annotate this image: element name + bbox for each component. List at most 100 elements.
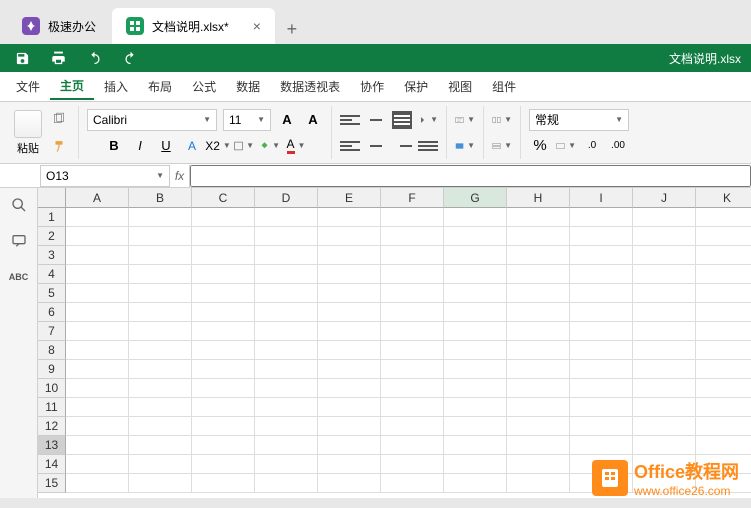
cell[interactable] [570, 360, 633, 379]
cell[interactable] [318, 398, 381, 417]
cell[interactable] [633, 265, 696, 284]
underline-button[interactable]: U [156, 136, 176, 156]
cell[interactable] [696, 379, 751, 398]
cell[interactable] [444, 474, 507, 493]
cell[interactable] [318, 341, 381, 360]
cell[interactable] [633, 322, 696, 341]
italic-button[interactable]: I [130, 136, 150, 156]
fill-color-button[interactable]: ▼ [260, 136, 280, 156]
cell[interactable] [507, 341, 570, 360]
cell[interactable] [318, 246, 381, 265]
cell[interactable] [444, 303, 507, 322]
align-middle-icon[interactable] [366, 111, 386, 129]
cell[interactable] [255, 227, 318, 246]
increase-font-icon[interactable]: A [277, 110, 297, 130]
row-header[interactable]: 6 [38, 303, 66, 322]
cell[interactable] [444, 265, 507, 284]
cell[interactable] [66, 303, 129, 322]
cell[interactable] [507, 208, 570, 227]
new-tab-button[interactable]: + [277, 14, 307, 44]
search-icon[interactable] [8, 194, 30, 216]
menu-formula[interactable]: 公式 [182, 74, 226, 99]
menu-collab[interactable]: 协作 [350, 74, 394, 99]
cell[interactable] [66, 417, 129, 436]
menu-file[interactable]: 文件 [6, 74, 50, 99]
cell[interactable] [129, 379, 192, 398]
cell[interactable] [255, 208, 318, 227]
cell[interactable] [318, 227, 381, 246]
cell[interactable] [381, 398, 444, 417]
cell[interactable] [633, 360, 696, 379]
cell[interactable] [129, 341, 192, 360]
document-tab[interactable]: 文档说明.xlsx* × [112, 8, 275, 44]
cell[interactable] [255, 417, 318, 436]
menu-home[interactable]: 主页 [50, 73, 94, 100]
cell[interactable] [192, 474, 255, 493]
cell[interactable] [129, 322, 192, 341]
cell[interactable] [444, 284, 507, 303]
cell[interactable] [192, 341, 255, 360]
cell[interactable] [696, 398, 751, 417]
cell[interactable] [696, 360, 751, 379]
cell[interactable] [570, 227, 633, 246]
cell[interactable] [444, 322, 507, 341]
cell[interactable] [318, 265, 381, 284]
cell[interactable] [129, 227, 192, 246]
cell[interactable] [570, 246, 633, 265]
cell[interactable] [192, 265, 255, 284]
cell[interactable] [129, 246, 192, 265]
cell[interactable] [318, 436, 381, 455]
cell[interactable] [696, 246, 751, 265]
cell[interactable] [570, 322, 633, 341]
insert-cells-icon[interactable]: ▼ [492, 110, 512, 130]
cell[interactable] [192, 246, 255, 265]
cell[interactable] [570, 436, 633, 455]
cell[interactable] [507, 474, 570, 493]
font-color-button[interactable]: A▼ [286, 136, 306, 156]
cell[interactable] [696, 284, 751, 303]
cell[interactable] [696, 341, 751, 360]
row-header[interactable]: 4 [38, 265, 66, 284]
cell[interactable] [129, 208, 192, 227]
cell[interactable] [633, 417, 696, 436]
save-icon[interactable] [10, 46, 34, 70]
font-name-input[interactable] [93, 113, 200, 127]
row-header[interactable]: 15 [38, 474, 66, 493]
app-tab[interactable]: 极速办公 [8, 8, 110, 44]
cell[interactable] [66, 265, 129, 284]
cell-grid[interactable] [66, 208, 751, 493]
font-size-select[interactable]: ▼ [223, 109, 271, 131]
cell[interactable] [507, 417, 570, 436]
cell[interactable] [381, 436, 444, 455]
cell[interactable] [192, 303, 255, 322]
cell[interactable] [381, 322, 444, 341]
print-icon[interactable] [46, 46, 70, 70]
column-header[interactable]: C [192, 188, 255, 208]
menu-view[interactable]: 视图 [438, 74, 482, 99]
column-header[interactable]: D [255, 188, 318, 208]
cell[interactable] [318, 322, 381, 341]
row-header[interactable]: 7 [38, 322, 66, 341]
cell[interactable] [570, 417, 633, 436]
spellcheck-button[interactable]: ABC [8, 266, 30, 288]
cell[interactable] [570, 341, 633, 360]
menu-data[interactable]: 数据 [226, 74, 270, 99]
row-header[interactable]: 9 [38, 360, 66, 379]
cell[interactable] [633, 208, 696, 227]
font-color-a-button[interactable]: A [182, 136, 202, 156]
undo-icon[interactable] [82, 46, 106, 70]
cell[interactable] [444, 398, 507, 417]
align-right-icon[interactable] [392, 137, 412, 155]
row-header[interactable]: 5 [38, 284, 66, 303]
cell[interactable] [255, 284, 318, 303]
cell[interactable] [570, 284, 633, 303]
row-header[interactable]: 12 [38, 417, 66, 436]
cell[interactable] [507, 265, 570, 284]
paste-button[interactable]: 粘贴 [14, 110, 42, 156]
fx-label[interactable]: fx [170, 165, 190, 187]
cell[interactable] [696, 265, 751, 284]
cell[interactable] [444, 455, 507, 474]
formula-input[interactable] [190, 165, 751, 187]
cell[interactable] [381, 379, 444, 398]
cell[interactable] [66, 360, 129, 379]
